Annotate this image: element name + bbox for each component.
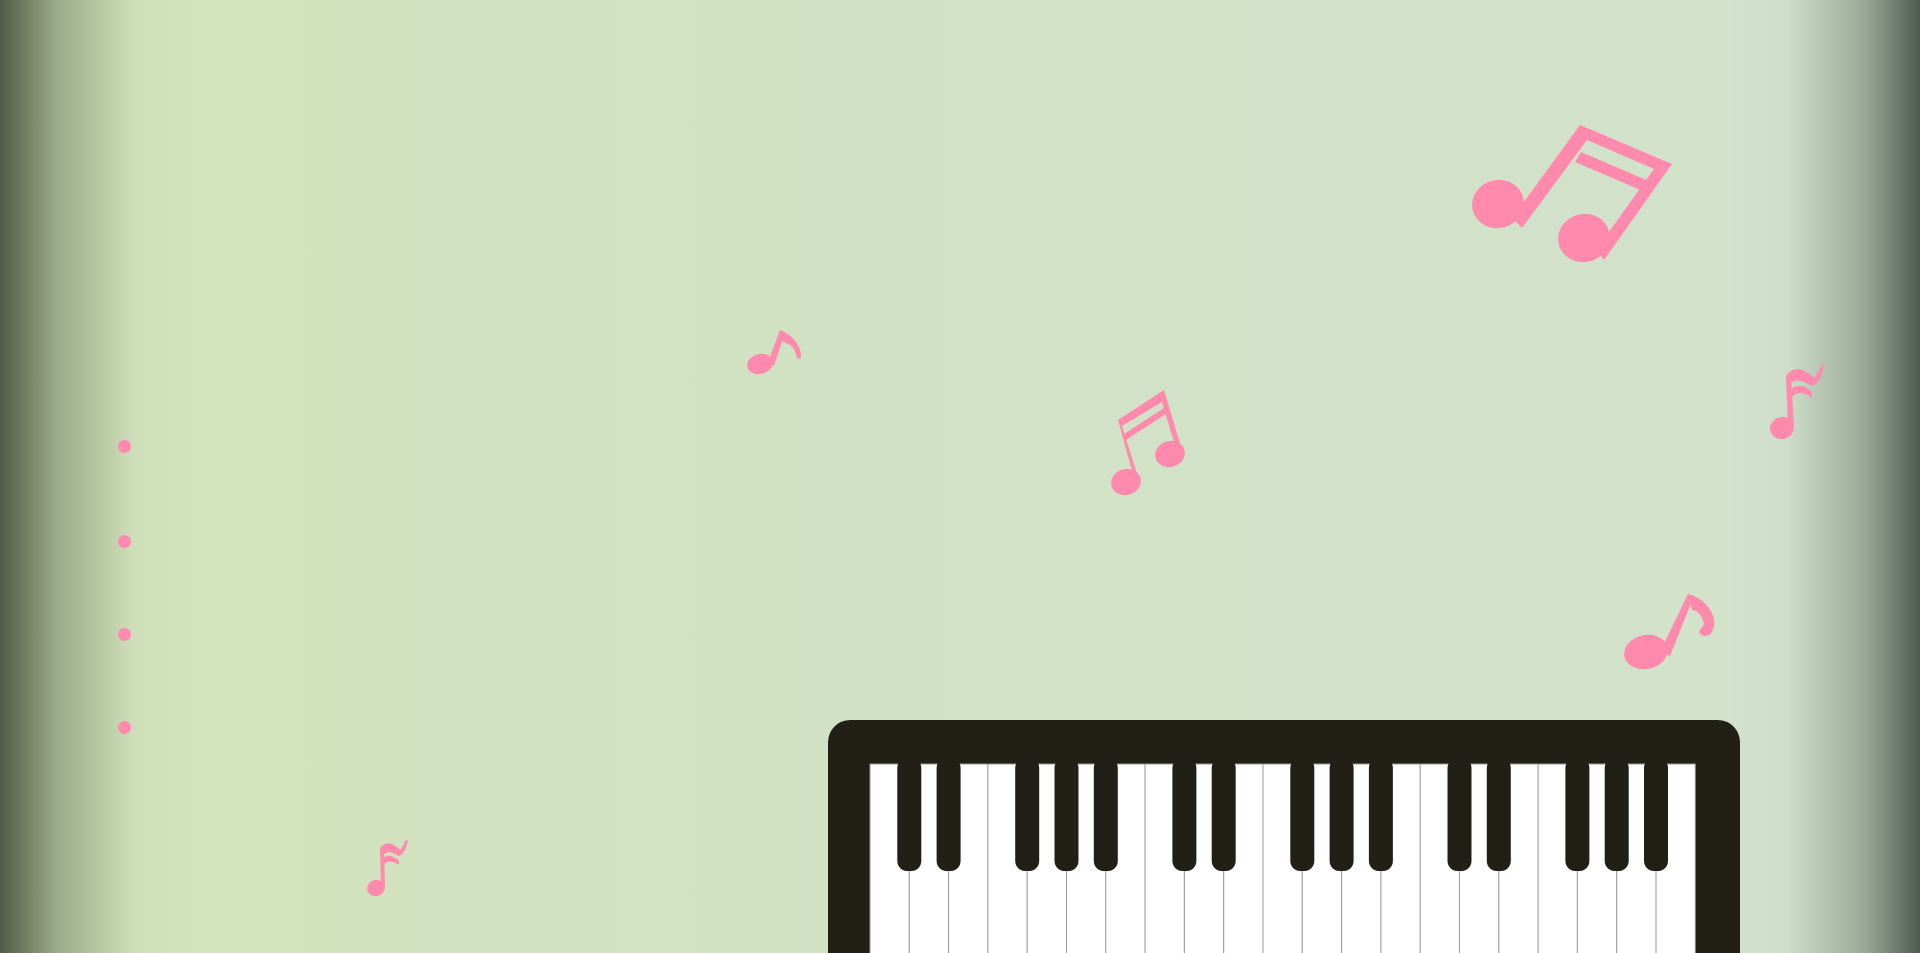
piano-black-key[interactable] xyxy=(1447,758,1472,871)
piano-black-key[interactable] xyxy=(1211,758,1236,871)
beamed-sixteenth-shape xyxy=(1111,390,1185,496)
piano-black-key[interactable] xyxy=(897,758,922,871)
piano-black-key[interactable] xyxy=(1486,758,1511,871)
piano-black-key[interactable] xyxy=(936,758,961,871)
sixteenth-note-shape-2 xyxy=(367,840,408,897)
piano-black-key[interactable] xyxy=(1565,758,1590,871)
sixteenth-note-icon xyxy=(1770,364,1824,440)
beamed-eighth-notes-icon xyxy=(1472,125,1672,263)
nav-dot-2[interactable] xyxy=(118,535,131,548)
eighth-note-icon xyxy=(747,330,802,375)
eighth-note-shape-2 xyxy=(1624,594,1715,670)
landing-stage xyxy=(0,0,1920,953)
piano-black-key[interactable] xyxy=(1368,758,1393,871)
piano-black-key[interactable] xyxy=(1093,758,1118,871)
piano-keyboard-icon xyxy=(828,720,1740,953)
piano-black-key[interactable] xyxy=(1644,758,1668,871)
piano-black-key[interactable] xyxy=(1054,758,1079,871)
piano-black-key[interactable] xyxy=(1015,758,1040,871)
piano-black-key[interactable] xyxy=(1172,758,1197,871)
eighth-note-shape xyxy=(747,330,802,375)
right-vignette xyxy=(1730,0,1920,953)
piano-black-key[interactable] xyxy=(1290,758,1315,871)
sixteenth-note-shape xyxy=(1770,364,1824,440)
beamed-sixteenth-notes-icon xyxy=(1111,390,1185,496)
beamed-notes-shape xyxy=(1472,125,1672,263)
left-vignette xyxy=(0,0,190,953)
piano-black-key[interactable] xyxy=(1604,758,1629,871)
eighth-note-icon-2 xyxy=(1624,594,1715,670)
piano-black-key[interactable] xyxy=(1329,758,1354,871)
nav-dot-4[interactable] xyxy=(118,721,131,734)
nav-dot-1[interactable] xyxy=(118,440,131,453)
nav-dot-3[interactable] xyxy=(118,628,131,641)
sixteenth-note-icon-2 xyxy=(367,840,408,897)
